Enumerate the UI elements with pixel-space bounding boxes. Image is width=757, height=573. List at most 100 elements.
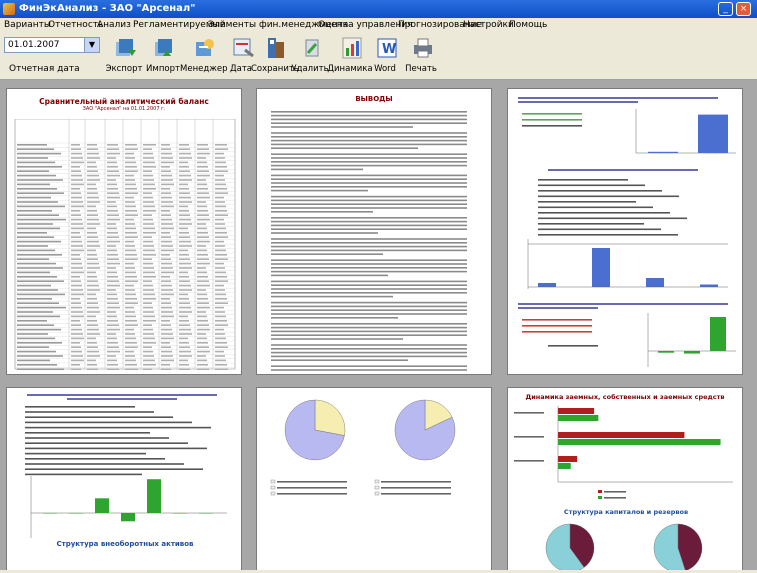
table-cell [71,315,84,318]
table-cell [107,368,119,370]
table-cell [197,174,210,177]
table-cell [107,315,117,318]
table-cell [215,232,227,234]
table-cell [143,350,153,353]
minimize-icon[interactable]: _ [718,2,733,16]
text-line [271,182,467,184]
table-cell [107,152,120,155]
text-line [271,288,467,290]
text-line [271,143,467,146]
table-cell [161,210,170,212]
table-cell [215,245,225,247]
table-cell [197,262,210,265]
report-date-value: 01.01.2007 [8,40,60,50]
chart-bar [648,151,678,153]
table-cell [215,284,224,287]
table-cell [107,170,119,172]
text-line [271,330,467,333]
table-cell [71,161,84,164]
table-cell [125,355,135,357]
table-cell [71,258,81,260]
table-cell [87,324,98,326]
list-line [538,179,628,181]
table-row-label [17,183,50,186]
list-line [25,411,154,413]
text-line [271,199,467,202]
text-line [271,238,467,240]
print-button[interactable]: Печать [398,34,444,78]
page-conclusions[interactable]: ВЫВОДЫ [256,88,492,375]
report-preview-area[interactable]: Сравнительный аналитический баланс ЗАО "… [0,80,757,571]
table-cell [71,262,82,265]
table-cell [215,170,228,172]
table-row-label [17,368,64,370]
table-cell [87,359,96,362]
table-cell [125,258,138,260]
text-line [271,153,467,155]
table-cell [179,254,189,256]
table-cell [215,364,227,366]
page-pies[interactable] [256,387,492,571]
menu-reports[interactable]: Отчетность [48,20,103,30]
balance-table [14,119,236,370]
table-row-label [17,166,62,168]
table-cell [71,254,80,256]
table-cell [197,148,209,150]
table-cell [107,350,120,353]
menu-help[interactable]: Помощь [509,20,547,30]
legend-swatch [374,491,380,496]
legend-swatch [598,496,602,499]
table-cell [87,205,96,208]
table-cell [107,267,116,269]
table-cell [107,324,119,326]
table-cell [125,298,137,300]
section-title [67,398,177,400]
table-cell [107,166,118,168]
report-date-select[interactable]: 01.01.2007 ▼ [4,37,100,53]
table-cell [125,240,134,243]
menu-analysis[interactable]: Анализ [97,20,131,30]
table-cell [197,245,206,247]
table-cell [161,166,170,168]
list-line [538,217,687,220]
table-cell [197,342,208,344]
chevron-down-icon[interactable]: ▼ [84,38,99,52]
chart-bar [95,498,109,513]
table-cell [179,218,191,221]
table-cell [197,201,206,203]
chart-bar [558,432,685,438]
table-cell [125,271,136,274]
page-factors[interactable] [507,88,743,375]
table-cell [161,188,170,190]
table-row-label [17,232,47,234]
table-cell [125,196,134,199]
text-line [271,147,418,149]
page-capital[interactable]: Динамика заемных, собственных и заемных … [507,387,743,571]
page-footer-title: Структура внеоборотных активов [56,540,194,548]
table-cell [143,342,156,344]
text-line [271,369,467,371]
table-cell [107,148,119,150]
table-cell [107,298,118,300]
close-icon[interactable]: × [736,2,751,16]
table-cell [215,267,225,269]
page-noncurrent[interactable]: Структура внеоборотных активов [6,387,242,571]
table-cell [143,183,155,186]
export-icon [116,39,136,56]
table-cell [215,183,226,186]
table-cell [143,249,155,252]
table-cell [161,254,170,256]
table-cell [87,196,99,199]
table-row-label [17,174,56,177]
table-cell [125,364,137,366]
chart-bar [69,513,83,514]
pie-charts [270,399,456,496]
table-cell [107,328,120,331]
menu-settings[interactable]: Настройки [463,20,514,30]
table-cell [161,245,173,247]
menu-variants[interactable]: Варианты [4,20,51,30]
table-cell [143,196,153,199]
page-balance[interactable]: Сравнительный аналитический баланс ЗАО "… [6,88,242,375]
table-cell [215,188,227,190]
table-cell [107,320,118,322]
